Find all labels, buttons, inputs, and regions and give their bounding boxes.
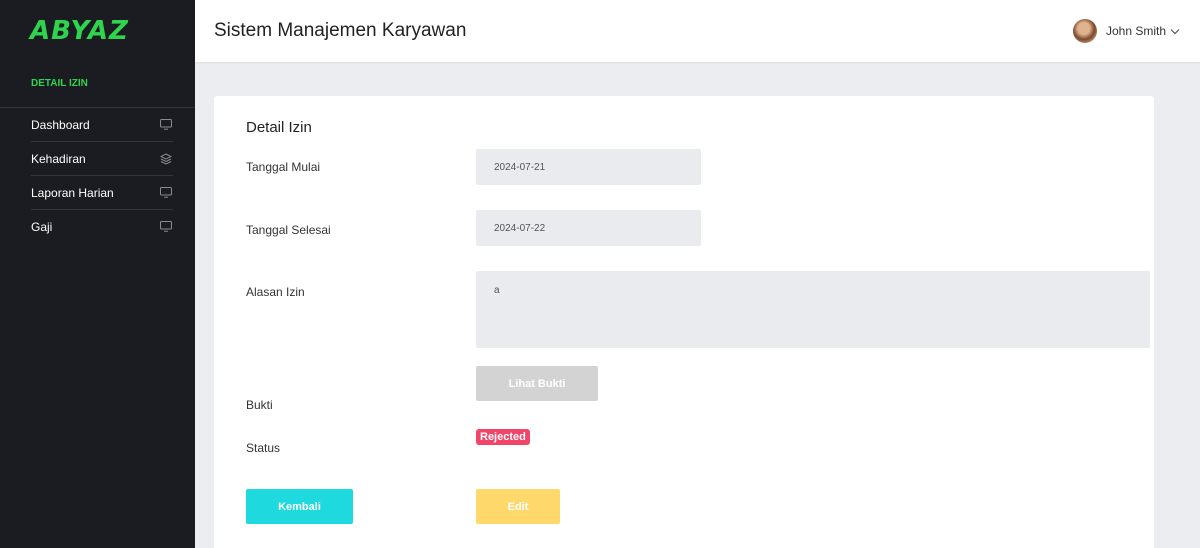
- reason-field[interactable]: a: [476, 271, 1150, 348]
- sidebar-item-label: Kehadiran: [31, 151, 86, 166]
- monitor-icon: [159, 118, 173, 132]
- reason-label: Alasan Izin: [246, 285, 305, 299]
- view-proof-button[interactable]: Lihat Bukti: [476, 366, 598, 401]
- sidebar: ABYAZ DETAIL IZIN Dashboard Kehadiran La…: [0, 0, 195, 548]
- app-title: Sistem Manajemen Karyawan: [214, 20, 467, 41]
- monitor-icon: [159, 186, 173, 200]
- proof-label: Bukti: [246, 398, 273, 412]
- logo-text: ABYAZ: [30, 16, 129, 46]
- logo[interactable]: ABYAZ: [0, 0, 195, 62]
- sidebar-item-dashboard[interactable]: Dashboard: [31, 108, 173, 142]
- chevron-down-icon: [1170, 24, 1180, 38]
- sidebar-item-label: Gaji: [31, 219, 53, 234]
- sidebar-item-laporan-harian[interactable]: Laporan Harian: [31, 176, 173, 210]
- user-name: John Smith: [1105, 24, 1166, 38]
- avatar: [1072, 19, 1097, 43]
- sidebar-item-label: Dashboard: [31, 117, 90, 132]
- back-button[interactable]: Kembali: [246, 489, 353, 524]
- end-date-label: Tanggal Selesai: [246, 223, 331, 237]
- status-label: Status: [246, 441, 281, 455]
- start-date-field[interactable]: 2024-07-21: [476, 149, 701, 185]
- sidebar-item-gaji[interactable]: Gaji: [31, 210, 173, 243]
- top-bar: Sistem Manajemen Karyawan John Smith: [195, 0, 1200, 62]
- edit-button[interactable]: Edit: [476, 489, 560, 524]
- status-badge: Rejected: [476, 429, 530, 445]
- user-menu[interactable]: John Smith: [1072, 19, 1180, 43]
- start-date-label: Tanggal Mulai: [246, 160, 321, 174]
- monitor-icon: [159, 220, 173, 234]
- card-title: Detail Izin: [246, 119, 312, 136]
- detail-card: Detail Izin Tanggal Mulai 2024-07-21 Tan…: [214, 96, 1154, 548]
- end-date-field[interactable]: 2024-07-22: [476, 210, 701, 246]
- sidebar-item-kehadiran[interactable]: Kehadiran: [31, 142, 173, 176]
- sidebar-section-title: DETAIL IZIN: [0, 62, 195, 108]
- sidebar-item-label: Laporan Harian: [31, 185, 114, 200]
- layers-icon: [159, 152, 173, 166]
